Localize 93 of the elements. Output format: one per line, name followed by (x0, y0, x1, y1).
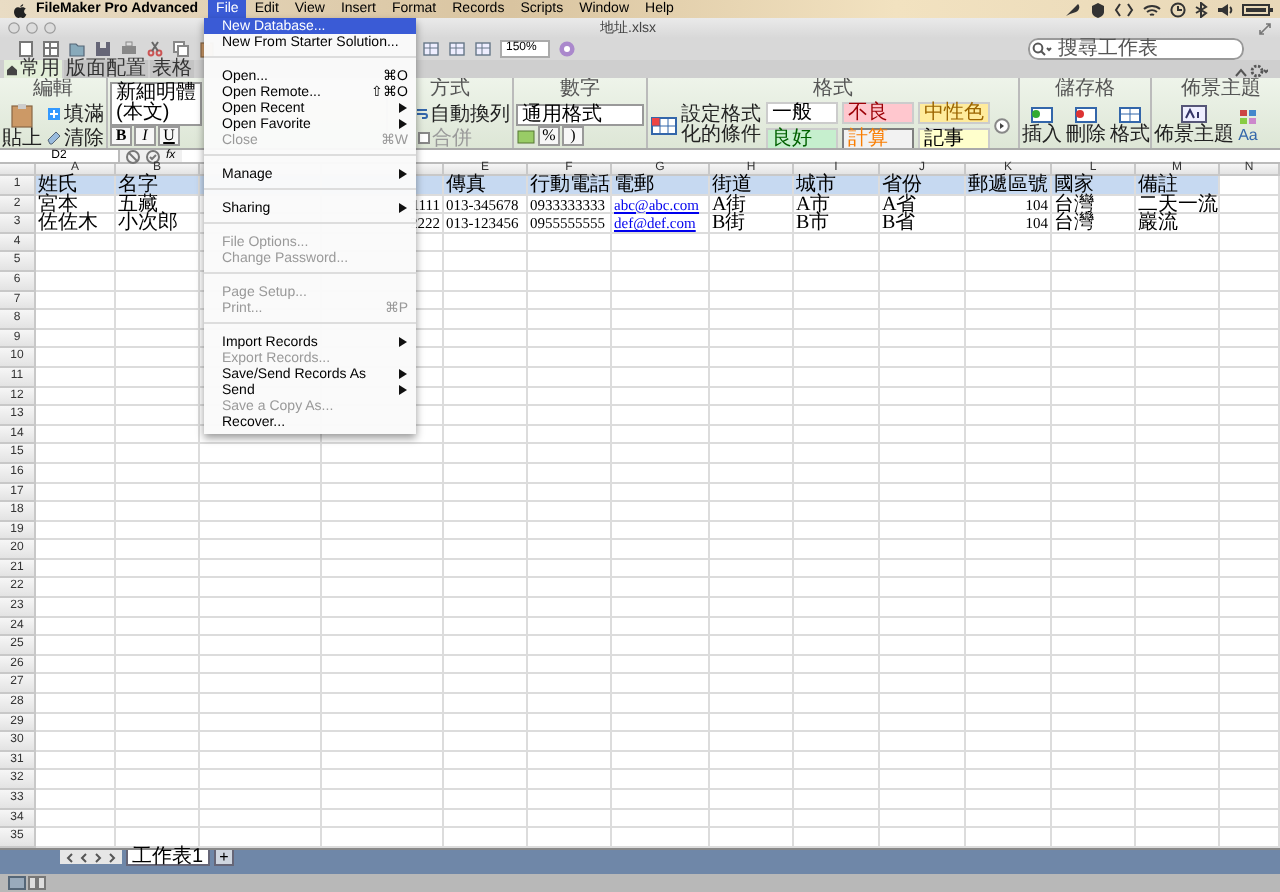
format-button[interactable]: 格式 (1110, 104, 1150, 146)
cells-icon (1074, 104, 1098, 124)
table-cell: 省份 (880, 176, 966, 196)
cell-style[interactable]: 一般 (766, 102, 838, 124)
collapse-icon[interactable] (1234, 66, 1248, 78)
wifi-icon[interactable] (1142, 1, 1162, 17)
gear-icon[interactable] (1250, 64, 1268, 78)
bluetooth-icon[interactable] (1194, 1, 1208, 17)
insert-button[interactable]: 插入 (1022, 104, 1062, 146)
wrap-text-button[interactable]: 自動換列 (416, 102, 510, 126)
scissors-icon[interactable] (146, 40, 164, 58)
table-cell: 行動電話 (528, 176, 612, 196)
group-title: 編輯 (33, 78, 73, 102)
wrap-icon (416, 106, 428, 122)
ribbon-tab[interactable]: 常用 (4, 60, 62, 78)
table-cell: 台灣 (1052, 195, 1136, 215)
number-format-field[interactable]: 通用格式 (516, 104, 644, 126)
document-icon[interactable] (16, 40, 34, 58)
search-icon (1032, 42, 1052, 56)
eraser-icon (46, 130, 62, 146)
ribbon-tab[interactable]: 表格 (150, 60, 194, 78)
cell-style[interactable]: 良好 (766, 128, 838, 148)
table-cell: 傳真 (444, 176, 528, 196)
more-arrow-icon[interactable] (994, 118, 1010, 134)
themes-button[interactable]: 佈景主題 (1154, 104, 1234, 146)
table-cell: 姓氏 (36, 176, 116, 196)
table-icon (650, 116, 678, 136)
comma-style-button[interactable]: ) (562, 126, 584, 146)
speaker-icon[interactable] (1216, 1, 1234, 17)
grid-icon[interactable] (42, 40, 60, 58)
conditional-formatting-button[interactable]: 設定格式化的條件 (650, 106, 762, 146)
delete-button[interactable]: 刪除 (1066, 104, 1106, 146)
submenu-arrow-icon (398, 168, 408, 180)
table-cell: 巖流 (1136, 214, 1220, 234)
select-all-corner[interactable] (0, 164, 36, 176)
table-cell: 宮本 (36, 195, 116, 215)
battery-icon[interactable] (1242, 1, 1274, 17)
clear-button[interactable]: 清除 (46, 126, 104, 148)
cell-style[interactable]: 記事 (918, 128, 990, 148)
table-cell: 佐佐木 (36, 214, 116, 234)
table-cell: 郵遞區號 (966, 176, 1052, 196)
color-swatches-icon[interactable] (1238, 107, 1258, 125)
table-cell: 台灣 (1052, 214, 1136, 234)
table-cell: B省 (880, 214, 966, 234)
cells-icon (1118, 104, 1142, 124)
table-cell: 名字 (116, 176, 200, 196)
fill-button[interactable]: 填滿 (46, 102, 104, 126)
table-cell: B街 (710, 214, 794, 234)
submenu-arrow-icon (398, 202, 408, 214)
table-cell: 城市 (794, 176, 880, 196)
table-cell: 電郵 (612, 176, 710, 196)
underline-button[interactable]: U (158, 125, 180, 145)
percent-button[interactable]: % (538, 126, 560, 146)
cancel-icon[interactable] (126, 149, 140, 163)
table-cell: B市 (794, 214, 880, 234)
cell-style[interactable]: 中性色 (918, 102, 990, 124)
fill-icon (46, 106, 62, 122)
help-icon[interactable] (558, 40, 577, 58)
table-cell: A街 (710, 195, 794, 215)
apple-icon[interactable] (12, 1, 28, 17)
copy-icon[interactable] (172, 40, 190, 58)
printer-icon[interactable] (120, 40, 138, 58)
resize-icon[interactable] (1258, 21, 1272, 35)
table-cell: A省 (880, 195, 966, 215)
bold-button[interactable]: B (110, 125, 132, 145)
confirm-icon[interactable] (146, 149, 160, 163)
add-sheet-button[interactable]: + (213, 850, 235, 866)
table-cell: 小次郎 (116, 214, 200, 234)
table-cell: 街道 (710, 176, 794, 196)
cells-icon (1030, 104, 1054, 124)
ribbon-tab[interactable]: 版面配置 (64, 60, 148, 78)
italic-button[interactable]: I (134, 125, 156, 145)
table-icon[interactable] (422, 40, 440, 58)
cell-style[interactable]: 不良 (842, 102, 914, 124)
page-layout-view-icon[interactable] (28, 876, 46, 890)
normal-view-icon[interactable] (8, 876, 26, 890)
table-cell: 國家 (1052, 176, 1136, 196)
clock-icon[interactable] (1170, 1, 1186, 17)
group-title: 儲存格 (1055, 78, 1115, 102)
paste-button[interactable]: 貼上 (2, 102, 42, 148)
group-title: 格式 (813, 78, 853, 102)
font-name-field[interactable]: 新細明體 (本文) (110, 81, 202, 125)
search-field[interactable]: 搜尋工作表 (1028, 38, 1244, 60)
feather-icon[interactable] (1064, 1, 1082, 17)
table-cell: 備註 (1136, 176, 1220, 196)
code-brackets-icon[interactable] (1114, 1, 1134, 17)
sheet-tab[interactable]: 工作表1 (126, 850, 210, 866)
themes-icon (1180, 104, 1208, 124)
clipboard-icon (10, 102, 34, 128)
theme-fonts-button[interactable]: Aa (1238, 125, 1258, 143)
submenu-arrow-icon (398, 336, 408, 348)
table-cell: A市 (794, 195, 880, 215)
shield-icon[interactable] (1090, 1, 1106, 17)
